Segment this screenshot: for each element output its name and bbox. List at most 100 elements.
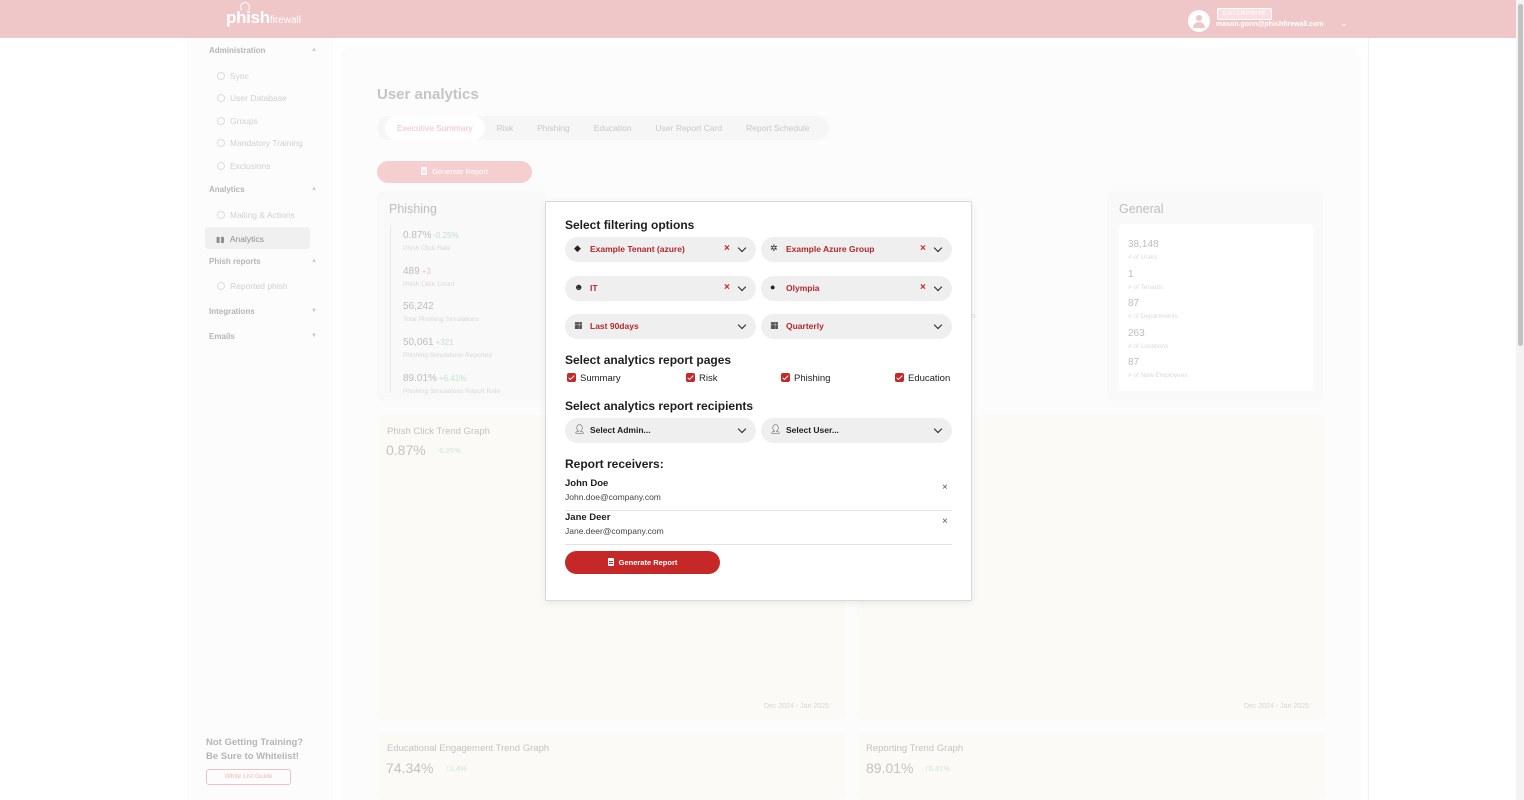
tab-risk[interactable]: Risk <box>485 116 526 140</box>
reminder-line-1: Not Getting Training? <box>206 737 304 748</box>
sidebar-item-exclusions[interactable]: Exclusions <box>217 161 271 171</box>
checkbox-risk[interactable]: Risk <box>686 373 717 384</box>
sidebar-item-user-database[interactable]: User Database <box>217 93 287 103</box>
graph-date-range: Dec 2024 - Jan 2025 <box>764 703 829 710</box>
stat-simulations-reported: 50,061 +321 Phishing Simulations Reported <box>403 332 492 359</box>
chevron-down-icon[interactable] <box>738 282 748 294</box>
department-select[interactable]: ☻ IT × <box>565 276 756 301</box>
receiver-email: Jane.deer@company.com <box>565 526 664 536</box>
select-value: IT <box>590 283 598 293</box>
logo[interactable]: phishfirewall <box>226 2 301 28</box>
tab-report-schedule[interactable]: Report Schedule <box>734 116 821 140</box>
checkbox-checked-icon[interactable] <box>567 373 576 382</box>
sidebar-section-administration[interactable]: Administration <box>209 46 265 55</box>
checkbox-summary[interactable]: Summary <box>567 373 621 384</box>
checkbox-education[interactable]: Education <box>895 373 950 384</box>
sidebar-item-mandatory-training[interactable]: Mandatory Training <box>217 138 303 148</box>
users-icon: ☻ <box>574 282 584 292</box>
stat-new-employees: 87 # of New Employees <box>1128 352 1188 379</box>
stat-label: # of Departments <box>1128 313 1178 320</box>
caret-down-icon[interactable]: ▼ <box>311 333 317 339</box>
chevron-down-icon[interactable]: ⌄ <box>1340 18 1348 29</box>
sidebar-item-label: Sync <box>230 71 249 81</box>
stat-label: # of Users <box>1128 254 1158 261</box>
phishing-panel-title: Phishing <box>389 202 437 216</box>
generate-report-button[interactable]: Generate Report <box>565 551 720 574</box>
tab-executive-summary[interactable]: Executive Summary <box>385 116 485 140</box>
tab-bar: Executive Summary Risk Phishing Educatio… <box>377 116 830 140</box>
select-placeholder: Select User... <box>786 425 839 435</box>
generate-report-button-background[interactable]: Generate Report <box>377 161 532 183</box>
receivers-heading: Report receivers: <box>565 457 664 471</box>
caret-up-icon[interactable]: ▲ <box>311 258 317 264</box>
sidebar-section-phish-reports[interactable]: Phish reports <box>209 257 261 266</box>
sidebar-section-analytics[interactable]: Analytics <box>209 185 245 194</box>
mail-icon <box>217 211 225 219</box>
period-select[interactable]: ▦ Quarterly <box>761 314 952 339</box>
layers-icon: ◆ <box>574 243 581 253</box>
graph-date-range: Dec 2024 - Jan 2025 <box>1244 703 1309 710</box>
sidebar-item-mailing-actions[interactable]: Mailing & Actions <box>217 210 295 220</box>
button-label: Generate Report <box>432 167 488 176</box>
avatar-icon[interactable] <box>1188 10 1210 32</box>
sidebar-item-reported-phish[interactable]: Reported phish <box>217 281 288 291</box>
location-select[interactable]: ● Olympia × <box>761 276 952 301</box>
clear-icon[interactable]: × <box>724 282 730 293</box>
clear-icon[interactable]: × <box>920 243 926 254</box>
group-select[interactable]: ✲ Example Azure Group × <box>761 237 952 262</box>
tab-user-report-card[interactable]: User Report Card <box>644 116 735 140</box>
clear-icon[interactable]: × <box>920 282 926 293</box>
chevron-down-icon[interactable] <box>934 320 944 332</box>
chevron-down-icon[interactable] <box>738 320 748 332</box>
chevron-down-icon[interactable] <box>738 424 748 436</box>
select-admin-dropdown[interactable]: 👤︎ Select Admin... <box>565 418 756 443</box>
stat-tenants: 1 # of Tenants <box>1128 264 1163 291</box>
remove-receiver-icon[interactable]: × <box>942 516 948 527</box>
tenant-select[interactable]: ◆ Example Tenant (azure) × <box>565 237 756 262</box>
receiver-row: John Doe John.doe@company.com × <box>565 478 952 511</box>
white-list-guide-button[interactable]: White List Guide <box>206 769 291 785</box>
generate-report-modal: Select filtering options ◆ Example Tenan… <box>545 201 972 601</box>
inbox-icon <box>217 282 225 290</box>
date-range-select[interactable]: ▦ Last 90days <box>565 314 756 339</box>
stat-value: 87 <box>1128 298 1140 309</box>
sidebar-item-analytics-label[interactable]: ▮▮ Analytics <box>216 234 264 244</box>
groups-icon <box>217 117 225 125</box>
select-value: Example Azure Group <box>786 244 875 254</box>
button-label: Generate Report <box>618 558 678 567</box>
hook-icon <box>240 2 250 12</box>
checkbox-phishing[interactable]: Phishing <box>781 373 830 384</box>
sidebar-item-sync[interactable]: Sync <box>217 71 249 81</box>
checkbox-label: Phishing <box>794 373 831 384</box>
caret-up-icon[interactable]: ▲ <box>311 47 317 53</box>
document-icon <box>607 558 614 566</box>
user-icon: 👤︎ <box>574 424 586 434</box>
checkbox-checked-icon[interactable] <box>781 373 790 382</box>
tab-phishing[interactable]: Phishing <box>525 116 582 140</box>
sidebar-section-emails[interactable]: Emails <box>209 332 235 341</box>
checkbox-checked-icon[interactable] <box>895 373 904 382</box>
graph-title: Phish Click Trend Graph <box>387 426 490 437</box>
graph-delta: ↑6.41% <box>925 764 951 773</box>
chevron-down-icon[interactable] <box>738 243 748 255</box>
select-user-dropdown[interactable]: 👤︎ Select User... <box>761 418 952 443</box>
sidebar-section-integrations[interactable]: Integrations <box>209 307 255 316</box>
clear-icon[interactable]: × <box>724 243 730 254</box>
remove-receiver-icon[interactable]: × <box>942 482 948 493</box>
chevron-down-icon[interactable] <box>934 282 944 294</box>
chevron-down-icon[interactable] <box>934 424 944 436</box>
stat-delta: -0.25% <box>433 231 459 240</box>
sidebar-item-groups[interactable]: Groups <box>217 116 258 126</box>
stat-value: 489 <box>403 266 420 277</box>
scrollbar-thumb[interactable] <box>1518 4 1523 346</box>
stat-report-rate: 89.01% +6.41% Phishing Simulations Report … <box>403 368 500 395</box>
caret-up-icon[interactable]: ▲ <box>311 186 317 192</box>
chevron-down-icon[interactable] <box>934 243 944 255</box>
caret-down-icon[interactable]: ▼ <box>311 308 317 314</box>
plan-badge: ENTERPRISE <box>1217 8 1273 20</box>
checkbox-checked-icon[interactable] <box>686 373 695 382</box>
recipients-heading: Select analytics report recipients <box>565 399 754 413</box>
stat-label: # of Tenants <box>1128 284 1164 291</box>
tab-education[interactable]: Education <box>582 116 644 140</box>
graph-delta: ↑1.4% <box>446 764 467 773</box>
